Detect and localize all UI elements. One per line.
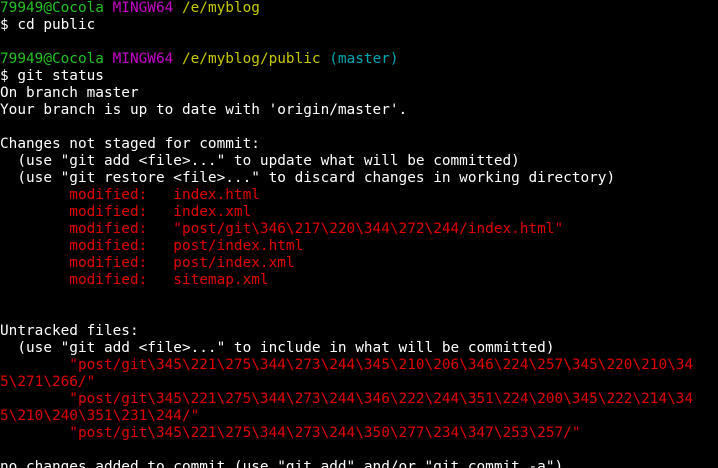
prompt-line: 79949@Cocola MINGW64 /e/myblog/public (m… (0, 51, 718, 68)
hint-line: (use "git add <file>..." to include in w… (0, 340, 555, 356)
not-staged-header: Changes not staged for commit: (0, 136, 260, 152)
hint-line: (use "git add <file>..." to update what … (0, 153, 520, 169)
untracked-file-line: 5\210\240\351\231\244/" (0, 408, 200, 424)
prompt-branch: (master) (329, 51, 399, 67)
modified-file-line: modified: index.html (0, 187, 260, 203)
prompt-user: 79949@Cocola (0, 51, 104, 67)
prompt-system: MINGW64 (112, 51, 174, 67)
modified-file-line: modified: index.xml (0, 204, 252, 220)
prompt-path: /e/myblog (181, 0, 260, 16)
modified-file-line: modified: sitemap.xml (0, 272, 269, 288)
prompt-user: 79949@Cocola (0, 0, 104, 16)
prompt-path: /e/myblog/public (181, 51, 321, 67)
status-branch-line: On branch master (0, 85, 139, 101)
command-line: $ cd public (0, 17, 96, 33)
untracked-file-line: 5\271\266/" (0, 374, 96, 390)
modified-file-line: modified: post/index.xml (0, 255, 295, 271)
status-summary-line: no changes added to commit (use "git add… (0, 459, 564, 468)
modified-file-line: modified: post/index.html (0, 238, 304, 254)
untracked-file-line: "post/git\345\221\275\344\273\244\350\27… (0, 425, 581, 441)
command-line: $ git status (0, 68, 104, 84)
untracked-file-line: "post/git\345\221\275\344\273\244\345\21… (0, 357, 694, 373)
untracked-header: Untracked files: (0, 323, 139, 339)
terminal-window[interactable]: 79949@Cocola MINGW64 /e/myblog $ cd publ… (0, 0, 718, 468)
untracked-file-line: "post/git\345\221\275\344\273\244\346\22… (0, 391, 694, 407)
modified-file-line: modified: "post/git\346\217\220\344\272\… (0, 221, 564, 237)
prompt-line: 79949@Cocola MINGW64 /e/myblog (0, 0, 718, 17)
prompt-system: MINGW64 (112, 0, 174, 16)
hint-line: (use "git restore <file>..." to discard … (0, 170, 616, 186)
status-upstream-line: Your branch is up to date with 'origin/m… (0, 102, 408, 118)
